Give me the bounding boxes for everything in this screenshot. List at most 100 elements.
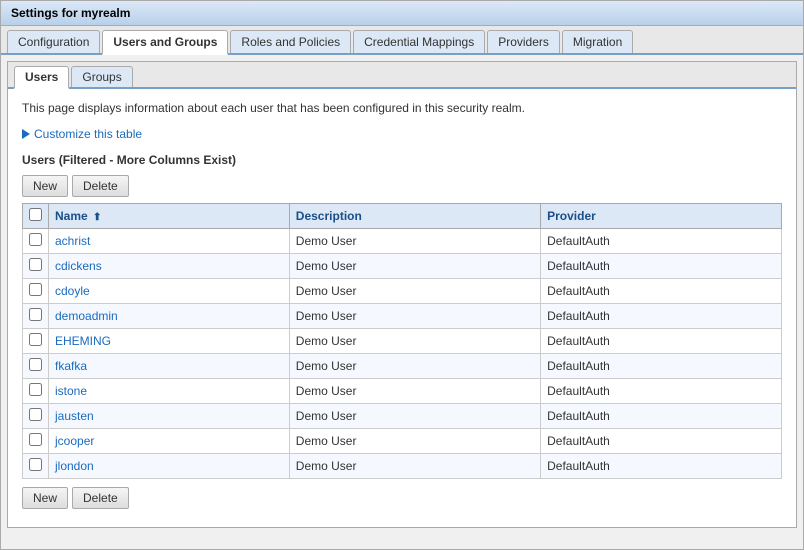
row-name: EHEMING (49, 329, 290, 354)
row-description: Demo User (289, 454, 540, 479)
row-provider: DefaultAuth (541, 404, 782, 429)
row-description: Demo User (289, 329, 540, 354)
header-provider[interactable]: Provider (541, 204, 782, 229)
user-name-link[interactable]: cdickens (55, 259, 102, 273)
row-name: jcooper (49, 429, 290, 454)
table-row: istoneDemo UserDefaultAuth (23, 379, 782, 404)
row-checkbox-cell (23, 254, 49, 279)
row-description: Demo User (289, 429, 540, 454)
row-checkbox-cell (23, 429, 49, 454)
section-title: Users (Filtered - More Columns Exist) (22, 153, 782, 167)
user-name-link[interactable]: achrist (55, 234, 90, 248)
top-button-row: New Delete (22, 175, 782, 197)
sort-arrow-icon: ⬆ (93, 212, 101, 223)
row-provider: DefaultAuth (541, 254, 782, 279)
row-provider: DefaultAuth (541, 354, 782, 379)
tab-migration[interactable]: Migration (562, 30, 633, 53)
window-title: Settings for myrealm (1, 1, 803, 26)
tab-roles-and-policies[interactable]: Roles and Policies (230, 30, 351, 53)
row-checkbox[interactable] (29, 383, 42, 396)
table-row: EHEMING Demo UserDefaultAuth (23, 329, 782, 354)
row-checkbox-cell (23, 404, 49, 429)
row-checkbox[interactable] (29, 233, 42, 246)
row-name: jlondon (49, 454, 290, 479)
user-name-link[interactable]: demoadmin (55, 309, 118, 323)
row-checkbox-cell (23, 379, 49, 404)
header-name[interactable]: Name ⬆ (49, 204, 290, 229)
table-row: jausten Demo UserDefaultAuth (23, 404, 782, 429)
table-row: achrist Demo UserDefaultAuth (23, 229, 782, 254)
tab-providers[interactable]: Providers (487, 30, 560, 53)
delete-button-bottom[interactable]: Delete (72, 487, 129, 509)
content-area: Users Groups This page displays informat… (7, 61, 797, 528)
main-window: Settings for myrealm Configuration Users… (0, 0, 804, 550)
sub-tabs-bar: Users Groups (8, 62, 796, 89)
row-checkbox[interactable] (29, 283, 42, 296)
header-checkbox-col (23, 204, 49, 229)
row-name: demoadmin (49, 304, 290, 329)
select-all-checkbox[interactable] (29, 208, 42, 221)
table-header-row: Name ⬆ Description Provider (23, 204, 782, 229)
row-checkbox[interactable] (29, 433, 42, 446)
row-checkbox-cell (23, 354, 49, 379)
row-checkbox-cell (23, 329, 49, 354)
row-description: Demo User (289, 379, 540, 404)
new-button-top[interactable]: New (22, 175, 68, 197)
customize-label: Customize this table (34, 127, 142, 141)
row-description: Demo User (289, 279, 540, 304)
row-checkbox[interactable] (29, 408, 42, 421)
row-checkbox-cell (23, 304, 49, 329)
tab-users-and-groups[interactable]: Users and Groups (102, 30, 228, 55)
row-description: Demo User (289, 304, 540, 329)
user-name-link[interactable]: jlondon (55, 459, 94, 473)
row-checkbox-cell (23, 454, 49, 479)
table-body: achristDemo UserDefaultAuthcdickensDemo … (23, 229, 782, 479)
description-text: This page displays information about eac… (22, 101, 782, 115)
table-row: cdickens Demo UserDefaultAuth (23, 254, 782, 279)
tab-credential-mappings[interactable]: Credential Mappings (353, 30, 485, 53)
table-row: jcooper Demo UserDefaultAuth (23, 429, 782, 454)
row-provider: DefaultAuth (541, 304, 782, 329)
user-name-link[interactable]: EHEMING (55, 334, 111, 348)
sub-tab-groups[interactable]: Groups (71, 66, 132, 87)
users-table: Name ⬆ Description Provider achrist Demo … (22, 203, 782, 479)
sub-tab-users[interactable]: Users (14, 66, 69, 89)
row-checkbox[interactable] (29, 258, 42, 271)
row-name: fkafka (49, 354, 290, 379)
table-row: demoadmin Demo UserDefaultAuth (23, 304, 782, 329)
user-name-link[interactable]: cdoyle (55, 284, 90, 298)
row-checkbox[interactable] (29, 333, 42, 346)
row-name: cdoyle (49, 279, 290, 304)
row-provider: DefaultAuth (541, 279, 782, 304)
new-button-bottom[interactable]: New (22, 487, 68, 509)
row-provider: DefaultAuth (541, 329, 782, 354)
table-row: fkafka Demo UserDefaultAuth (23, 354, 782, 379)
table-row: cdoyle Demo UserDefaultAuth (23, 279, 782, 304)
header-description[interactable]: Description (289, 204, 540, 229)
row-provider: DefaultAuth (541, 229, 782, 254)
row-checkbox-cell (23, 279, 49, 304)
row-checkbox[interactable] (29, 458, 42, 471)
row-description: Demo User (289, 254, 540, 279)
row-provider: DefaultAuth (541, 454, 782, 479)
triangle-icon (22, 129, 30, 139)
row-description: Demo User (289, 354, 540, 379)
main-tabs-bar: Configuration Users and Groups Roles and… (1, 26, 803, 55)
user-name-link[interactable]: jcooper (55, 434, 94, 448)
delete-button-top[interactable]: Delete (72, 175, 129, 197)
user-name-link[interactable]: fkafka (55, 359, 87, 373)
row-provider: DefaultAuth (541, 429, 782, 454)
row-name: cdickens (49, 254, 290, 279)
row-checkbox-cell (23, 229, 49, 254)
row-checkbox[interactable] (29, 358, 42, 371)
customize-table-link[interactable]: Customize this table (22, 127, 782, 141)
row-description: Demo User (289, 404, 540, 429)
user-name-link[interactable]: jausten (55, 409, 94, 423)
row-description: Demo User (289, 229, 540, 254)
header-name-label: Name (55, 209, 88, 223)
row-name: jausten (49, 404, 290, 429)
row-checkbox[interactable] (29, 308, 42, 321)
tab-configuration[interactable]: Configuration (7, 30, 100, 53)
inner-content: This page displays information about eac… (8, 89, 796, 527)
user-name-link[interactable]: istone (55, 384, 87, 398)
